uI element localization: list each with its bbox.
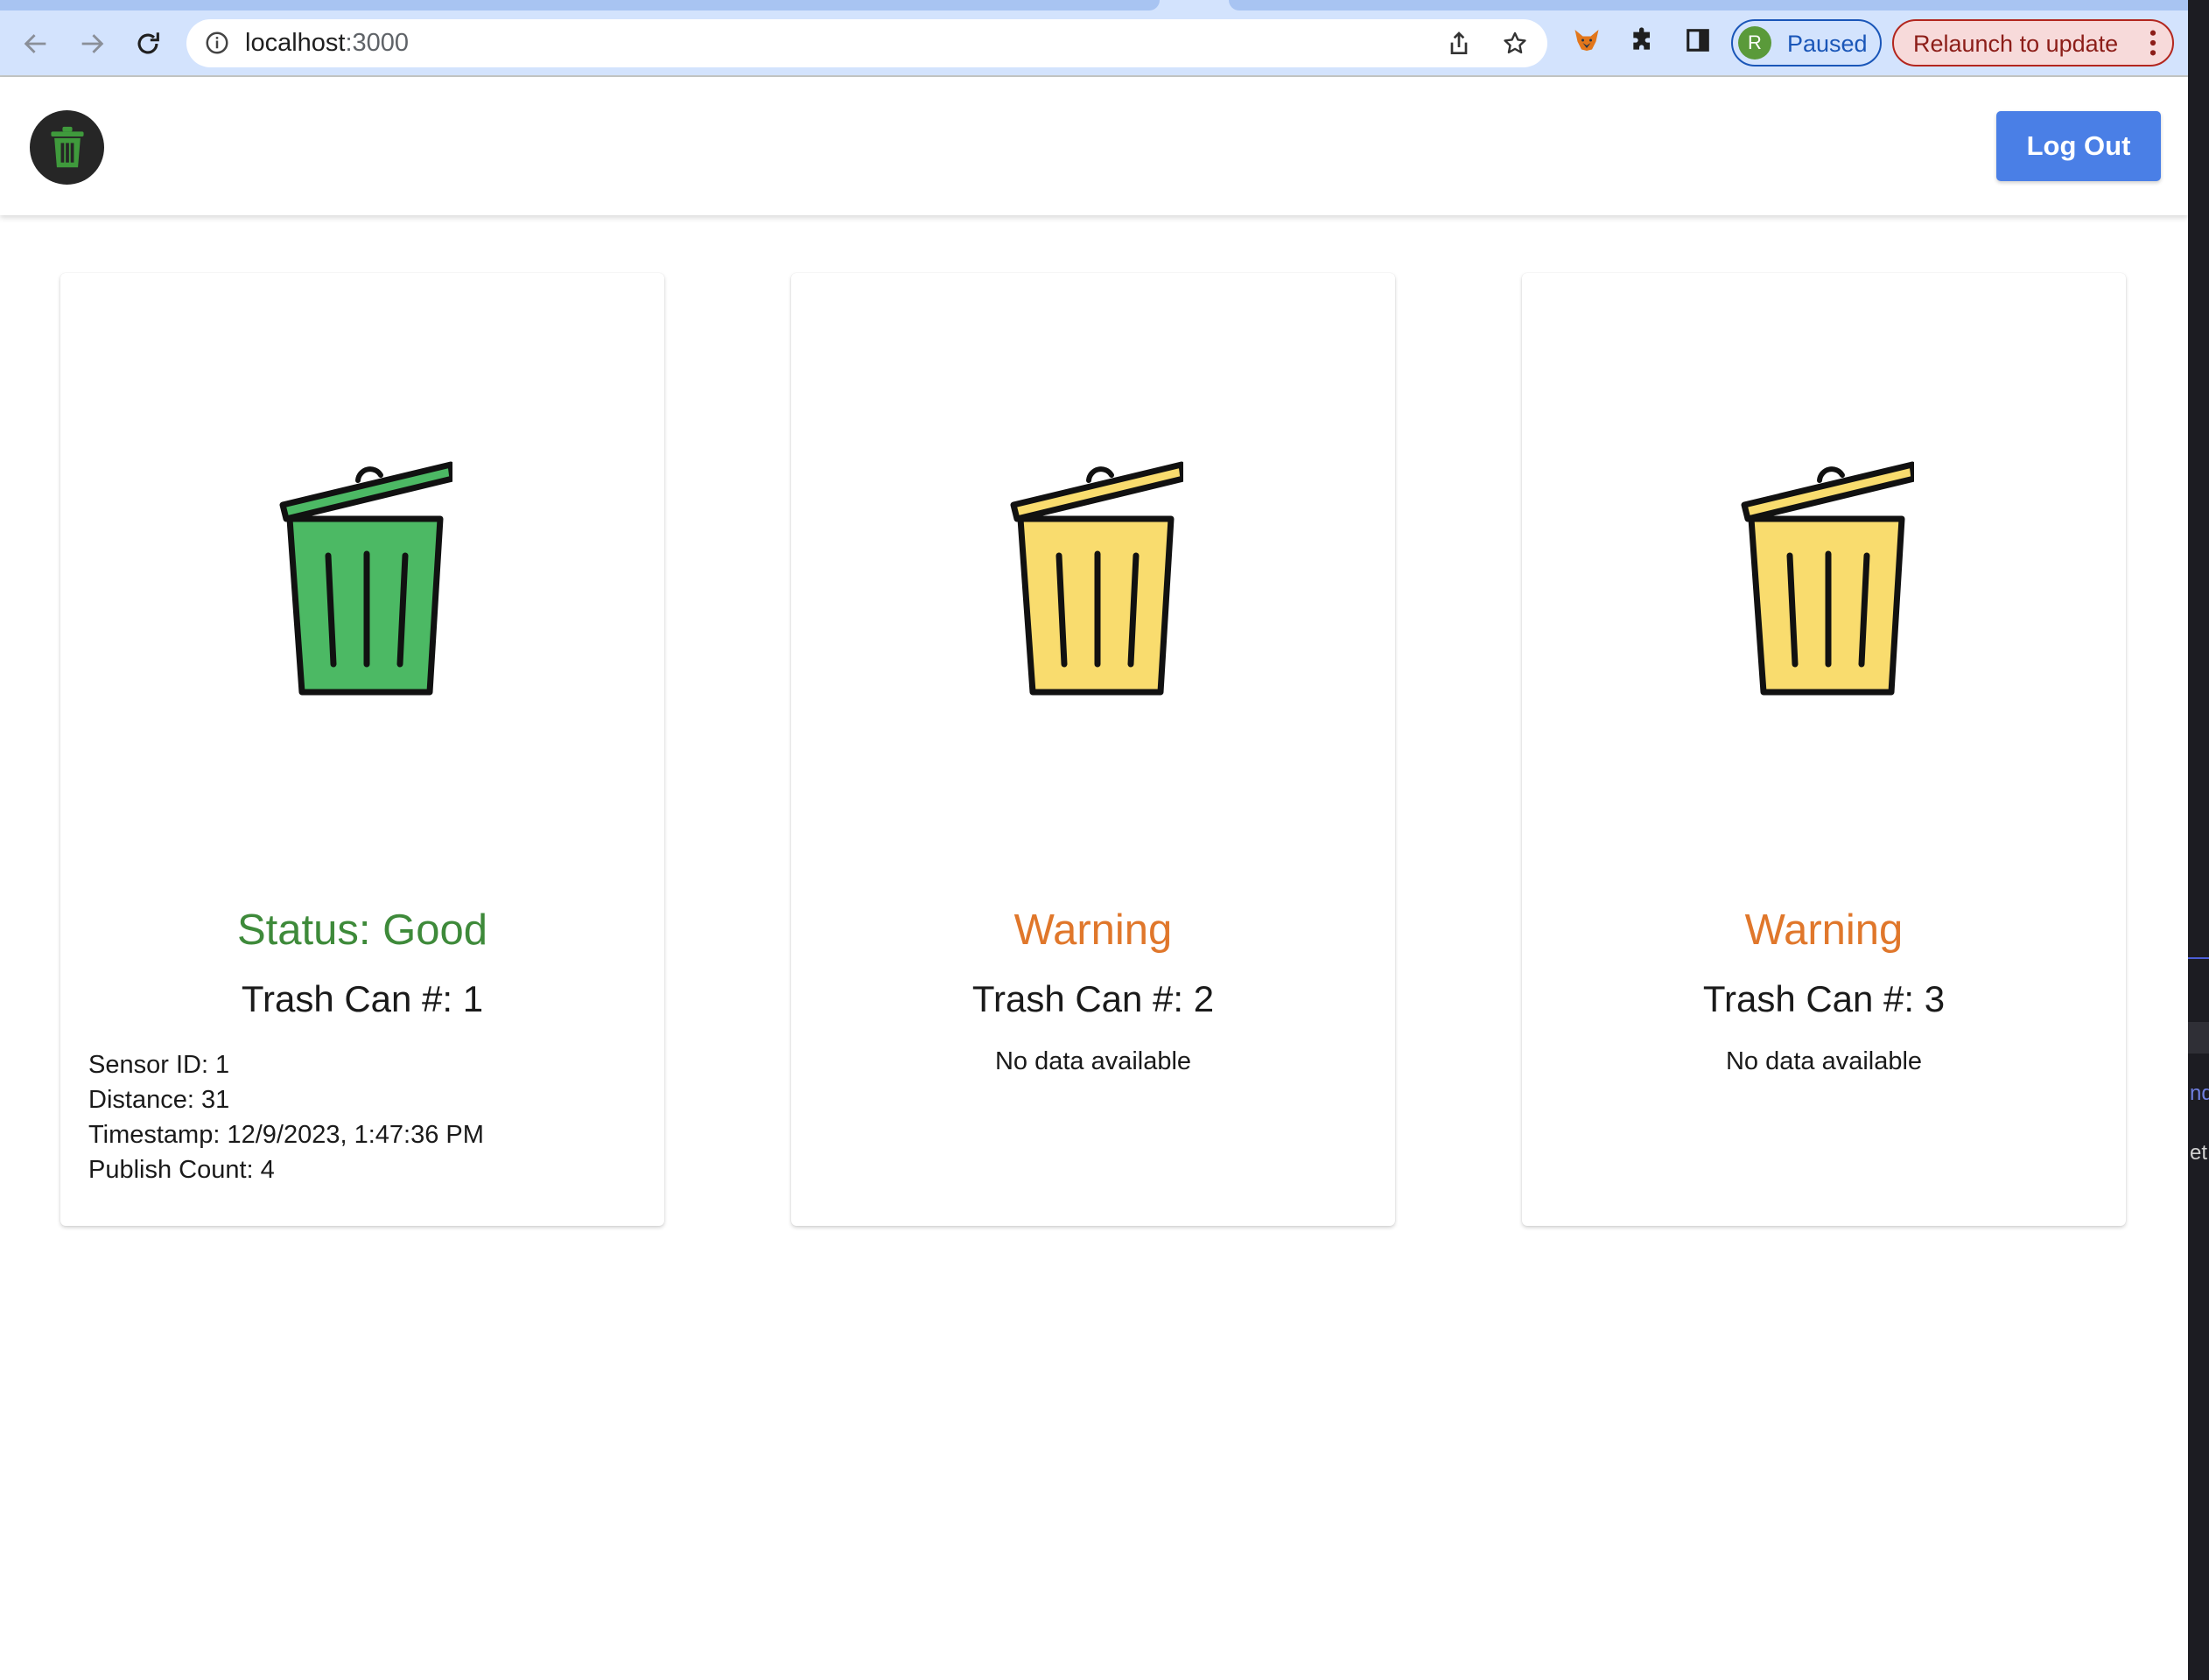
trash-can-icon [1010, 461, 1183, 696]
browser-toolbar: localhost:3000 R Paused Relaunch to upda… [0, 0, 2188, 75]
profile-status: Paused [1787, 31, 1868, 57]
puzzle-icon[interactable] [1625, 23, 1660, 58]
status-label: Warning [1013, 906, 1173, 954]
back-button[interactable] [15, 23, 57, 65]
tab-strip [0, 0, 2188, 12]
card-title: Trash Can #: 3 [1702, 978, 1946, 1019]
no-data-message: No data available [1725, 1047, 1923, 1075]
relaunch-label: Relaunch to update [1913, 31, 2119, 57]
info-icon[interactable] [204, 30, 230, 56]
trash-can-icon [279, 461, 452, 696]
trash-logo-icon [50, 126, 84, 167]
status-label: Status: Good [236, 906, 487, 954]
background-window-text: et [2190, 1141, 2208, 1165]
share-icon[interactable] [1445, 30, 1473, 58]
background-window-divider [2188, 957, 2209, 959]
app-header: Log Out [0, 77, 2188, 215]
relaunch-button[interactable]: Relaunch to update [1892, 19, 2174, 66]
sensor-details: Sensor ID: 1 Distance: 31 Timestamp: 12/… [88, 1047, 484, 1187]
fox-extension-icon[interactable] [1569, 23, 1604, 58]
avatar: R [1738, 26, 1771, 60]
background-window-field [2188, 1022, 2209, 1054]
card-title: Trash Can #: 2 [971, 978, 1215, 1019]
trash-can-card-2: Warning Trash Can #: 2 No data available [791, 273, 1395, 1226]
profile-button[interactable]: R Paused [1731, 19, 1882, 66]
background-window-text: nd [2190, 1082, 2209, 1105]
sensor-id: Sensor ID: 1 [88, 1051, 230, 1079]
trash-can-card-1: Status: Good Trash Can #: 1 Sensor ID: 1… [60, 273, 664, 1226]
arrow-left-icon [24, 34, 46, 53]
arrow-right-icon [81, 34, 104, 53]
browser-tab[interactable] [1229, 0, 2188, 10]
app-logo[interactable] [30, 110, 104, 185]
background-window-edge [2188, 0, 2209, 1680]
timestamp: Timestamp: 12/9/2023, 1:47:36 PM [88, 1121, 484, 1149]
forward-button[interactable] [71, 23, 113, 65]
reload-button[interactable] [127, 23, 169, 65]
star-icon[interactable] [1501, 30, 1529, 58]
kebab-menu-icon[interactable] [2148, 28, 2158, 58]
distance: Distance: 31 [88, 1086, 230, 1114]
browser-tab[interactable] [0, 0, 1160, 10]
address-bar[interactable]: localhost:3000 [186, 19, 1547, 67]
status-label: Warning [1744, 906, 1904, 954]
publish-count: Publish Count: 4 [88, 1156, 275, 1184]
no-data-message: No data available [994, 1047, 1192, 1075]
trash-can-icon [1741, 461, 1914, 696]
url-text: localhost:3000 [245, 29, 410, 57]
card-title: Trash Can #: 1 [241, 978, 484, 1019]
logout-button[interactable]: Log Out [1996, 111, 2161, 181]
trash-can-card-3: Warning Trash Can #: 3 No data available [1522, 273, 2126, 1226]
reload-icon [137, 32, 159, 54]
side-panel-icon[interactable] [1680, 23, 1715, 58]
